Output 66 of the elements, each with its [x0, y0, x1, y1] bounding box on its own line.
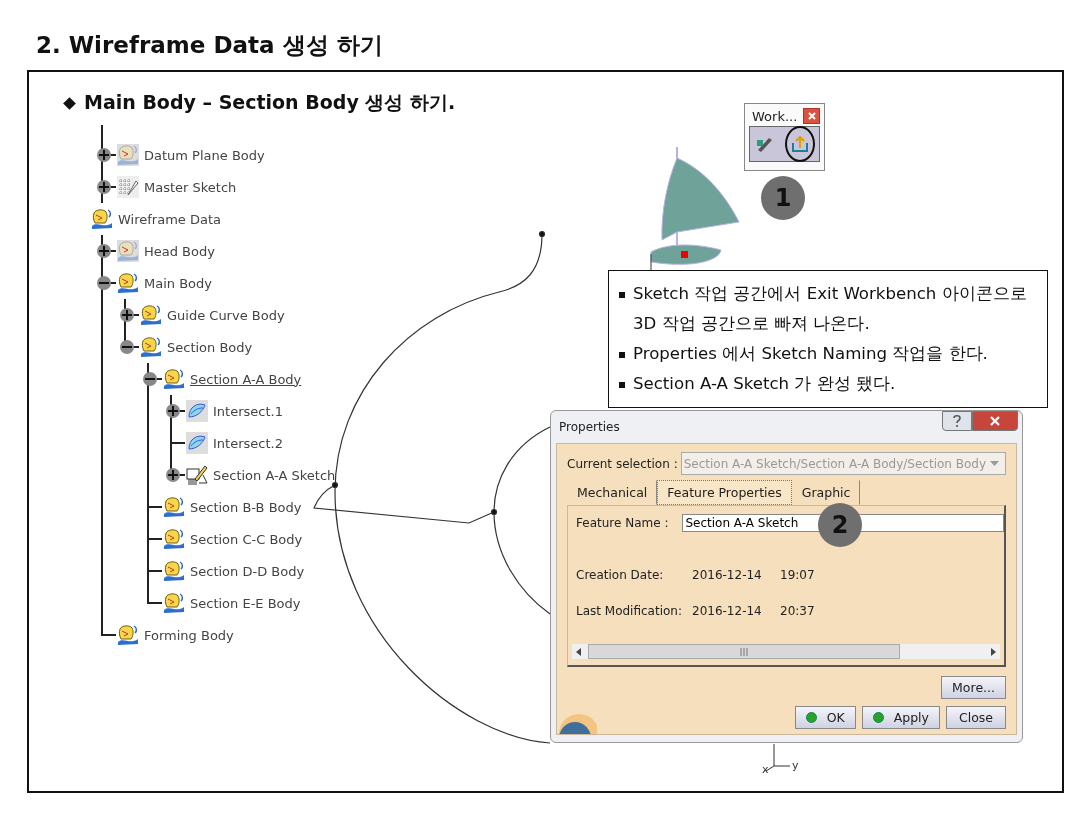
date-value: 2016-12-14: [692, 568, 763, 582]
note-text: Properties 에서 Sketch Naming 작업을 한다.: [633, 343, 988, 365]
time-value: 20:37: [780, 604, 815, 618]
section-heading: Main Body – Section Body 생성 하기.: [84, 90, 456, 115]
slide-title: 2. Wireframe Data 생성 하기: [36, 31, 383, 60]
dropdown-arrow-icon: [990, 460, 999, 467]
horizontal-scrollbar[interactable]: [572, 644, 1000, 659]
close-button[interactable]: [803, 108, 820, 124]
dialog-button[interactable]: Close: [946, 706, 1006, 729]
tree-item[interactable]: Section B-B Body: [190, 499, 302, 515]
grip-icon: [740, 647, 748, 656]
tree-item[interactable]: Section Body: [167, 339, 253, 355]
expand-toggle[interactable]: [166, 468, 180, 482]
tree-item[interactable]: Datum Plane Body: [144, 147, 265, 163]
help-icon: [951, 414, 963, 428]
close-icon: [806, 111, 817, 121]
bullet-icon: [619, 382, 625, 388]
toolbar-title: Work...: [752, 108, 798, 124]
dialog-button[interactable]: Apply: [861, 706, 940, 729]
axis-label: y: [792, 760, 799, 771]
expand-toggle[interactable]: [166, 404, 180, 418]
expand-toggle[interactable]: [97, 148, 111, 162]
step-badge: 1: [761, 176, 805, 220]
field-label: Last Modification:: [576, 604, 683, 618]
expand-toggle[interactable]: [120, 340, 134, 354]
tree-item[interactable]: Section A-A Body: [190, 371, 302, 387]
tree-item[interactable]: Section E-E Body: [190, 595, 301, 611]
expand-toggle[interactable]: [97, 244, 111, 258]
tree-item[interactable]: Main Body: [144, 275, 212, 291]
expand-toggle[interactable]: [120, 308, 134, 322]
tree-item[interactable]: Wireframe Data: [118, 211, 221, 227]
field-label: Creation Date:: [576, 568, 665, 582]
expand-toggle[interactable]: [97, 276, 111, 290]
more-button[interactable]: More...: [941, 676, 1006, 699]
tree-item[interactable]: Master Sketch: [144, 179, 237, 195]
date-value: 2016-12-14: [692, 604, 763, 618]
tree-item[interactable]: Forming Body: [144, 627, 234, 643]
tree-item[interactable]: Section C-C Body: [190, 531, 303, 547]
tab[interactable]: Feature Properties: [657, 480, 792, 505]
axis-label: x: [762, 764, 769, 775]
tree-item[interactable]: Section A-A Sketch: [213, 467, 336, 483]
tree-item[interactable]: Head Body: [144, 243, 215, 259]
field-label: Feature Name :: [576, 516, 669, 530]
bullet-icon: [619, 292, 625, 298]
note-text: Sketch 작업 공간에서 Exit Workbench 아이콘으로 3D 작업 공간으로 빠져 나온다.: [633, 283, 1028, 335]
note-text: Section A-A Sketch 가 완성 됐다.: [633, 373, 896, 395]
exit-workbench-button[interactable]: [784, 126, 815, 162]
time-value: 19:07: [780, 568, 815, 582]
expand-toggle[interactable]: [97, 180, 111, 194]
scroll-right-icon: [990, 647, 996, 656]
dialog-title: Properties: [559, 420, 620, 434]
bullet-icon: [619, 352, 625, 358]
tree-item[interactable]: Intersect.1: [213, 403, 283, 419]
close-button[interactable]: [972, 411, 1018, 431]
tree-item[interactable]: Guide Curve Body: [167, 307, 285, 323]
help-button[interactable]: [942, 411, 972, 431]
tree-item[interactable]: Section D-D Body: [190, 563, 305, 579]
exit-icon: [789, 134, 810, 154]
close-icon: [989, 415, 1001, 427]
dialog-button[interactable]: OK: [794, 706, 856, 729]
scroll-thumb[interactable]: [588, 644, 900, 659]
field-label: Current selection :: [567, 456, 678, 471]
diamond-bullet-icon: [63, 96, 76, 110]
tree-item[interactable]: Intersect.2: [213, 435, 283, 451]
scroll-left-icon: [576, 647, 582, 656]
expand-toggle[interactable]: [143, 372, 157, 386]
